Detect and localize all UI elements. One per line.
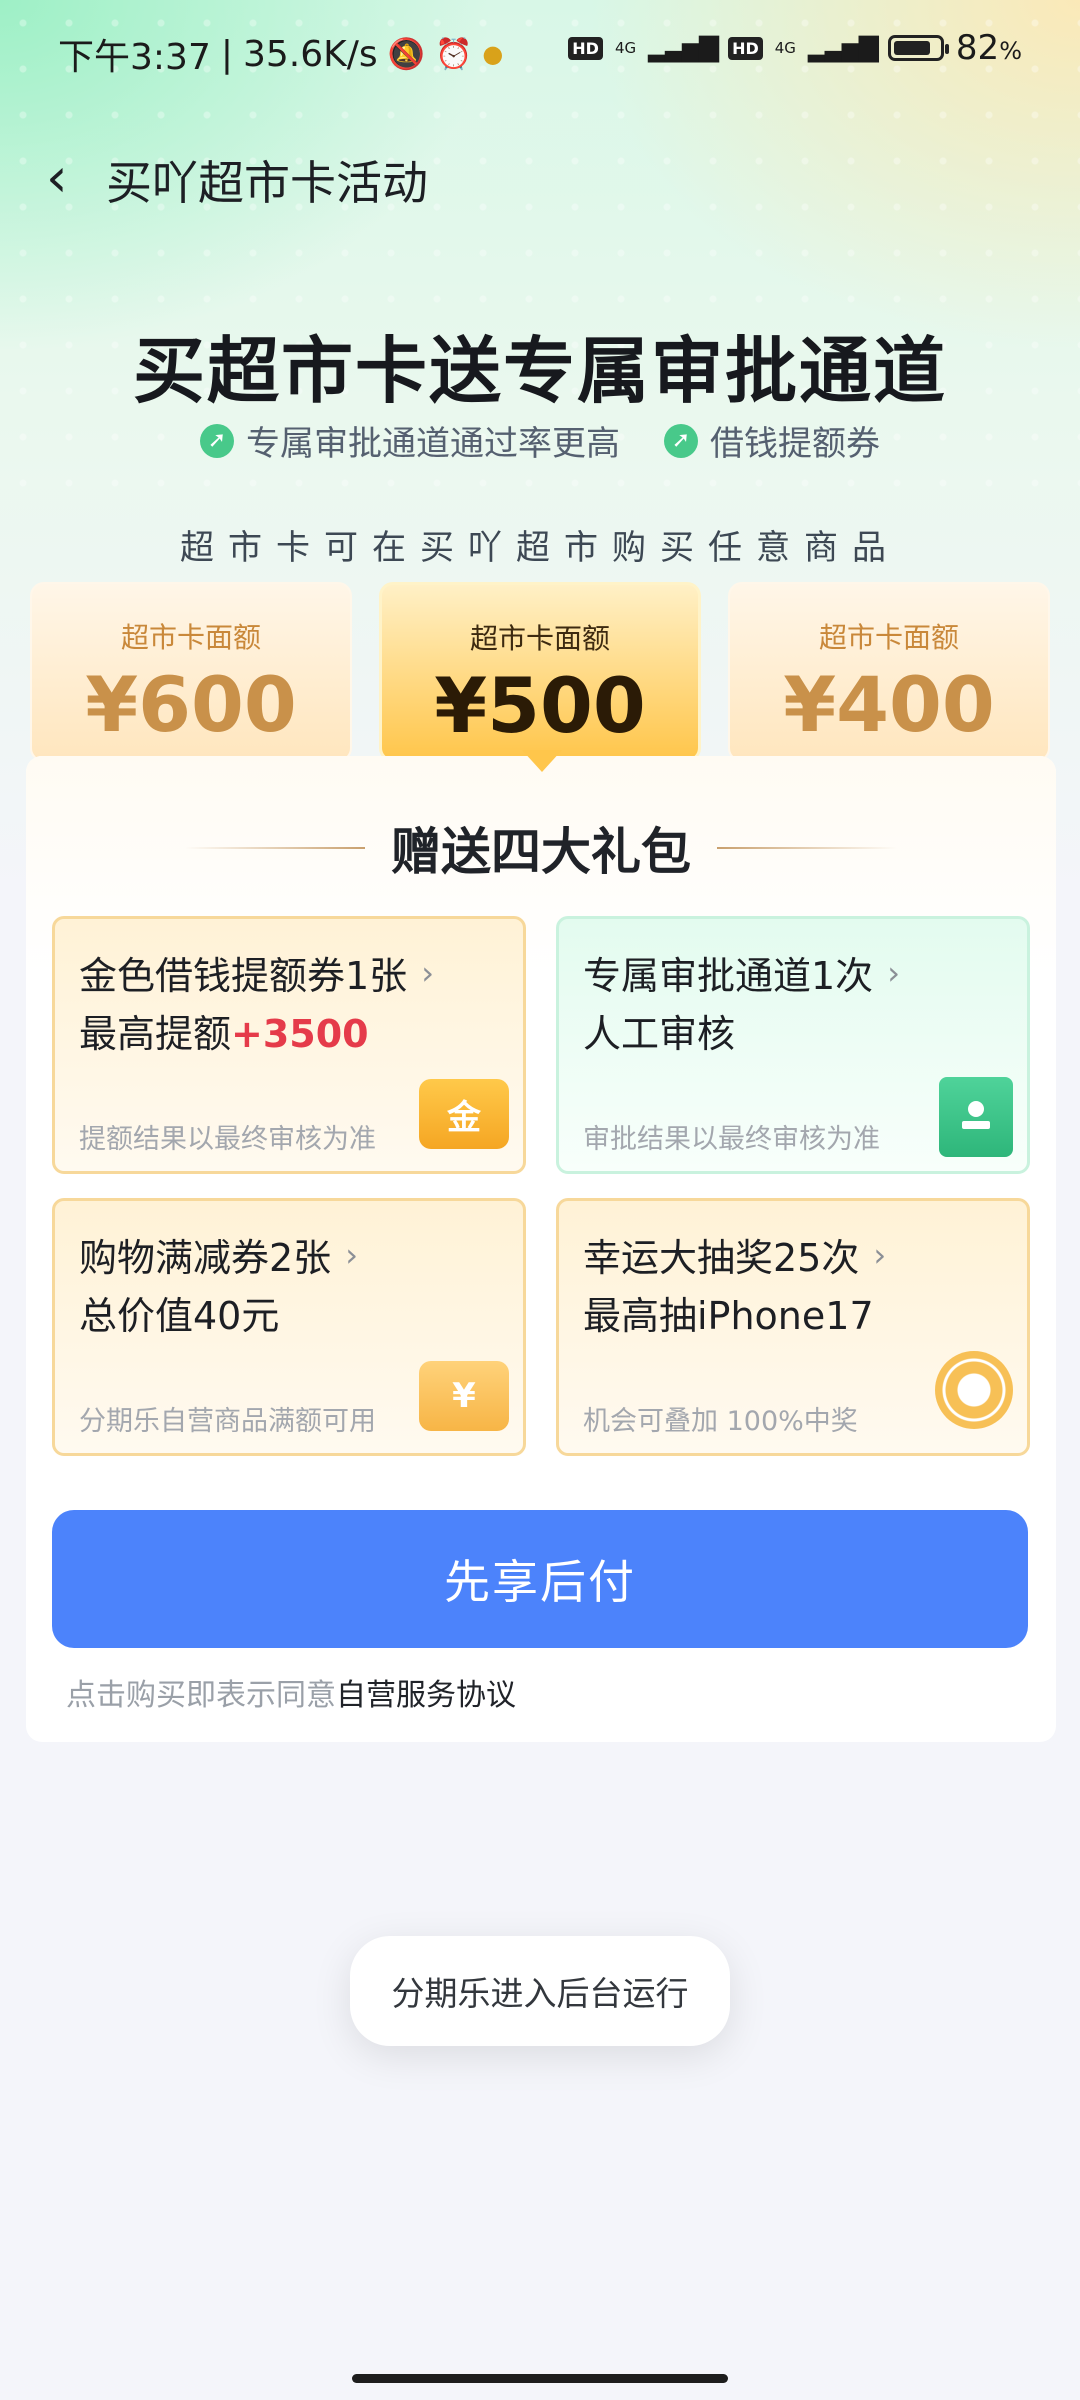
- hd-icon-2: HD: [728, 36, 763, 60]
- gift-line2: 最高提额+3500: [79, 1012, 369, 1056]
- net-4g-label-1: 4G: [614, 39, 637, 57]
- battery-icon: [887, 35, 949, 61]
- card-label: 超市卡面额: [120, 621, 261, 654]
- feature-text: 借钱提额券: [710, 424, 880, 464]
- feature-text: 专属审批通道通过率更高: [246, 424, 620, 464]
- lottery-wheel-icon: [935, 1351, 1013, 1429]
- chevron-right-icon: ›: [887, 953, 900, 992]
- agreement-prefix: 点击购买即表示同意: [66, 1678, 336, 1713]
- alarm-icon: ⏰: [435, 36, 473, 72]
- gift-title-row: 赠送四大礼包: [26, 812, 1056, 884]
- feature-item: ➚ 借钱提额券: [664, 416, 880, 465]
- promo-headline: 买超市卡送专属审批通道: [132, 329, 947, 413]
- battery-fill: [893, 41, 930, 55]
- card-option-400[interactable]: 超市卡面额 ¥400: [728, 582, 1050, 762]
- agreement-text: 点击购买即表示同意自营服务协议: [66, 1670, 516, 1714]
- card-amount: ¥500: [434, 661, 646, 750]
- background-toast: 分期乐进入后台运行: [350, 1936, 730, 2046]
- home-indicator[interactable]: [352, 2374, 728, 2383]
- gift-title: 赠送四大礼包: [391, 823, 691, 881]
- gift-line2: 最高抽iPhone17: [583, 1294, 874, 1338]
- stamp-icon: [939, 1077, 1013, 1157]
- service-agreement-link[interactable]: 自营服务协议: [336, 1678, 516, 1713]
- pay-later-button[interactable]: 先享后付: [52, 1510, 1028, 1648]
- yen-ticket-icon: ¥: [419, 1361, 509, 1431]
- card-label: 超市卡面额: [469, 622, 610, 655]
- status-divider: |: [220, 33, 233, 75]
- card-amount: ¥400: [783, 660, 995, 749]
- gift-line2: 总价值40元: [79, 1294, 280, 1338]
- status-time: 下午3:37: [58, 37, 211, 78]
- gift-note: 审批结果以最终审核为准: [583, 1124, 880, 1155]
- hd-icon: HD: [568, 36, 603, 60]
- gift-card-shopping-coupon[interactable]: 购物满减券2张 › 总价值40元 分期乐自营商品满额可用 ¥: [52, 1198, 526, 1456]
- chevron-right-icon: ›: [345, 1235, 358, 1274]
- gift-line1: 金色借钱提额券1张 ›: [79, 953, 434, 999]
- signal-icon-2: ▂▃▅▇: [807, 33, 879, 63]
- chevron-left-icon[interactable]: ‹: [46, 151, 86, 205]
- gift-line1: 专属审批通道1次 ›: [583, 953, 900, 999]
- gift-card-approval-channel[interactable]: 专属审批通道1次 › 人工审核 审批结果以最终审核为准: [556, 916, 1030, 1174]
- page-title: 买吖超市卡活动: [106, 156, 428, 210]
- gift-note: 分期乐自营商品满额可用: [79, 1406, 376, 1437]
- card-amount: ¥600: [85, 660, 297, 749]
- arrow-up-badge-icon: ➚: [664, 423, 698, 458]
- app-notification-icon: ●: [482, 40, 504, 68]
- battery-percent: 82%: [955, 28, 1022, 68]
- status-right: HD 4G ▂▃▅▇ HD 4G ▂▃▅▇ 82%: [568, 28, 1022, 68]
- gift-line1: 幸运大抽奖25次 ›: [583, 1235, 887, 1281]
- divider: [717, 847, 897, 849]
- nav-bar: ‹ 买吖超市卡活动: [0, 140, 1080, 220]
- signal-icon: ▂▃▅▇: [648, 33, 719, 63]
- status-bar: 下午3:37 | 35.6K/s 🔕 ⏰ ● HD 4G ▂▃▅▇ HD 4G …: [0, 0, 1080, 100]
- card-label: 超市卡面额: [818, 621, 959, 654]
- gift-note: 提额结果以最终审核为准: [79, 1124, 376, 1155]
- card-option-500[interactable]: 超市卡面额 ¥500: [379, 582, 701, 762]
- selected-card-pointer: [522, 750, 562, 772]
- arrow-up-badge-icon: ➚: [200, 423, 234, 458]
- gift-note: 机会可叠加 100%中奖: [583, 1406, 858, 1437]
- gift-card-lottery[interactable]: 幸运大抽奖25次 › 最高抽iPhone17 机会可叠加 100%中奖: [556, 1198, 1030, 1456]
- status-left: 下午3:37 | 35.6K/s 🔕 ⏰ ●: [58, 28, 503, 80]
- promo-subtitle: 超市卡可在买吖超市购买任意商品: [180, 528, 900, 568]
- card-option-600[interactable]: 超市卡面额 ¥600: [30, 582, 352, 762]
- gift-card-quota-coupon[interactable]: 金色借钱提额券1张 › 最高提额+3500 提额结果以最终审核为准 金: [52, 916, 526, 1174]
- gift-panel: 赠送四大礼包 金色借钱提额券1张 › 最高提额+3500 提额结果以最终审核为准 …: [26, 756, 1056, 1742]
- bell-muted-icon: 🔕: [387, 36, 425, 72]
- divider: [185, 847, 365, 849]
- network-speed: 35.6K/s: [242, 33, 378, 75]
- feature-item: ➚ 专属审批通道通过率更高: [200, 416, 620, 465]
- chevron-right-icon: ›: [421, 953, 434, 992]
- gift-line1: 购物满减券2张 ›: [79, 1235, 358, 1281]
- chevron-right-icon: ›: [873, 1235, 887, 1274]
- coupon-gold-icon: 金: [419, 1079, 509, 1149]
- feature-list: ➚ 专属审批通道通过率更高 ➚ 借钱提额券: [0, 416, 1080, 465]
- gift-line2: 人工审核: [583, 1012, 736, 1056]
- net-4g-label-2: 4G: [774, 39, 796, 57]
